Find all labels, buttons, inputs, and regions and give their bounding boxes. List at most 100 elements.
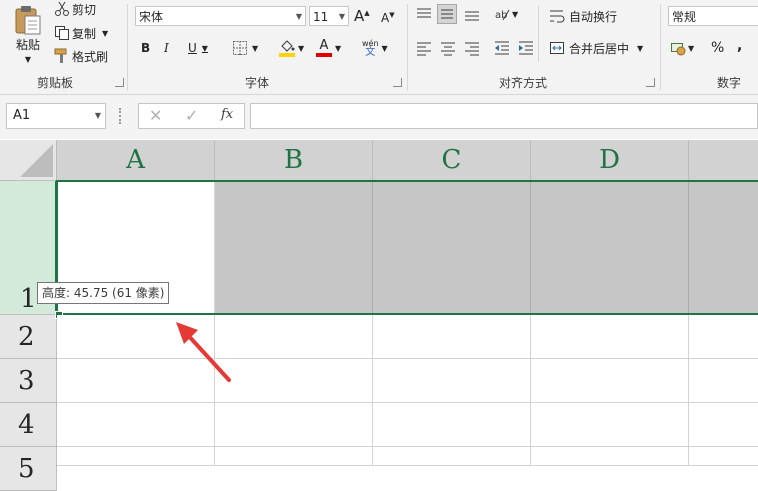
font-name-select[interactable]: 宋体 ▼ <box>135 6 306 26</box>
cell-d3[interactable] <box>531 359 689 403</box>
cell-e3[interactable] <box>689 359 758 403</box>
paste-label: 粘贴 <box>15 38 40 52</box>
cancel-icon[interactable]: ✕ <box>149 106 162 125</box>
row-header-3[interactable]: 3 <box>0 359 57 403</box>
increase-font-size-button[interactable]: A▲ <box>354 6 370 26</box>
chevron-down-icon: ▼ <box>252 43 259 53</box>
align-left-icon <box>417 42 431 56</box>
cell-b4[interactable] <box>215 403 373 447</box>
chevron-down-icon: ▼ <box>338 12 345 21</box>
cell-c4[interactable] <box>373 403 531 447</box>
chevron-down-icon: ▼ <box>512 9 519 19</box>
chevron-down-icon: ▼ <box>24 55 32 64</box>
cell-d4[interactable] <box>531 403 689 447</box>
cut-label: 剪切 <box>72 2 97 17</box>
cell-a4[interactable] <box>57 403 215 447</box>
align-center-button[interactable] <box>440 40 456 56</box>
column-header-b[interactable]: B <box>215 140 373 181</box>
merge-center-button[interactable]: 合并后居中 ▼ <box>549 38 643 58</box>
scissors-icon <box>55 1 69 16</box>
select-all-triangle-icon <box>20 144 53 177</box>
italic-button[interactable]: I <box>164 38 169 58</box>
cell-c5[interactable] <box>373 447 531 466</box>
enter-icon[interactable]: ✓ <box>185 106 198 125</box>
copy-button[interactable]: 复制 ▼ <box>54 24 108 42</box>
cell-c3[interactable] <box>373 359 531 403</box>
copy-label: 复制 <box>72 26 97 41</box>
decrease-font-size-button[interactable]: A▼ <box>381 8 395 28</box>
cell-a5[interactable] <box>57 447 215 466</box>
row-height-tooltip-text: 高度: 45.75 (61 像素) <box>42 286 165 300</box>
align-right-button[interactable] <box>464 40 480 56</box>
middle-align-button[interactable] <box>437 4 457 24</box>
divider <box>660 4 661 90</box>
orientation-button[interactable]: ab ▼ <box>494 6 518 22</box>
row-header-5[interactable]: 5 <box>0 447 57 491</box>
row-header-2[interactable]: 2 <box>0 315 57 359</box>
underline-button[interactable]: U ▼ <box>188 38 208 58</box>
decrease-indent-button[interactable] <box>494 40 510 56</box>
bottom-align-button[interactable] <box>464 6 480 22</box>
font-size-value: 11 <box>313 10 329 24</box>
format-painter-button[interactable]: 格式刷 <box>54 47 108 65</box>
number-group-label: 数字 <box>717 76 742 90</box>
bold-button[interactable]: B <box>141 38 150 58</box>
formula-input[interactable] <box>250 103 758 129</box>
comma-style-button[interactable]: , <box>737 36 742 56</box>
paint-bucket-icon <box>279 39 295 57</box>
column-header-d[interactable]: D <box>531 140 689 181</box>
chevron-down-icon: ▼ <box>201 43 208 53</box>
align-left-button[interactable] <box>416 40 432 56</box>
alignment-dialog-launcher-icon[interactable] <box>646 78 655 87</box>
borders-button[interactable]: ▼ <box>232 40 258 56</box>
number-format-value: 常规 <box>672 10 697 24</box>
divider <box>407 4 408 90</box>
phonetic-guide-button[interactable]: wén 文 ▼ <box>362 38 388 58</box>
fill-color-swatch <box>279 52 295 57</box>
increase-indent-icon <box>519 41 533 55</box>
paste-button[interactable]: 粘贴 ▼ <box>8 2 48 64</box>
percent-button[interactable]: % <box>711 38 724 58</box>
increase-indent-button[interactable] <box>518 40 534 56</box>
cell-c2[interactable] <box>373 315 531 359</box>
fill-color-button[interactable]: ▼ <box>279 38 304 58</box>
row-header-4[interactable]: 4 <box>0 403 57 447</box>
align-bottom-icon <box>465 11 479 21</box>
currency-icon <box>671 43 686 56</box>
name-box-value: A1 <box>13 108 31 123</box>
cell-e4[interactable] <box>689 403 758 447</box>
chevron-down-icon: ▼ <box>298 43 305 53</box>
drag-handle-icon[interactable] <box>119 108 123 124</box>
column-header-e[interactable] <box>689 140 758 181</box>
number-format-select[interactable]: 常规 <box>668 6 758 26</box>
wrap-text-button[interactable]: 自动换行 <box>549 6 617 26</box>
font-group-label: 字体 <box>245 76 270 90</box>
chevron-down-icon[interactable]: ▼ <box>95 104 101 128</box>
paintbrush-icon <box>54 48 67 63</box>
name-box[interactable]: A1 ▼ <box>6 103 106 129</box>
cut-button[interactable]: 剪切 <box>54 0 96 18</box>
font-dialog-launcher-icon[interactable] <box>393 78 402 87</box>
cell-d5[interactable] <box>531 447 689 466</box>
column-header-a[interactable]: A <box>57 140 215 181</box>
cell-d2[interactable] <box>531 315 689 359</box>
clipboard-dialog-launcher-icon[interactable] <box>115 78 124 87</box>
cell-b5[interactable] <box>215 447 373 466</box>
wrap-text-icon <box>550 10 565 23</box>
chevron-down-icon: ▼ <box>688 43 695 53</box>
column-header-c[interactable]: C <box>373 140 531 181</box>
cell-e2[interactable] <box>689 315 758 359</box>
accounting-format-button[interactable]: ▼ <box>670 40 694 56</box>
select-all-button[interactable] <box>0 140 57 181</box>
annotation-arrow-icon <box>176 322 231 382</box>
top-align-button[interactable] <box>416 6 432 22</box>
chevron-down-icon: ▼ <box>335 43 342 53</box>
clipboard-paste-icon <box>15 6 41 35</box>
insert-function-button[interactable]: fx <box>221 107 233 122</box>
cell-e5[interactable] <box>689 447 758 466</box>
wrap-text-label: 自动换行 <box>569 9 618 24</box>
increase-font-icon: A▲ <box>354 7 370 25</box>
font-color-button[interactable]: A ▼ <box>316 38 341 58</box>
font-size-select[interactable]: 11 ▼ <box>309 6 349 26</box>
ribbon: 粘贴 ▼ 剪切 复制 ▼ 格式刷 剪贴板 宋体 ▼ 11 ▼ A▲ A▼ B I… <box>0 0 758 95</box>
